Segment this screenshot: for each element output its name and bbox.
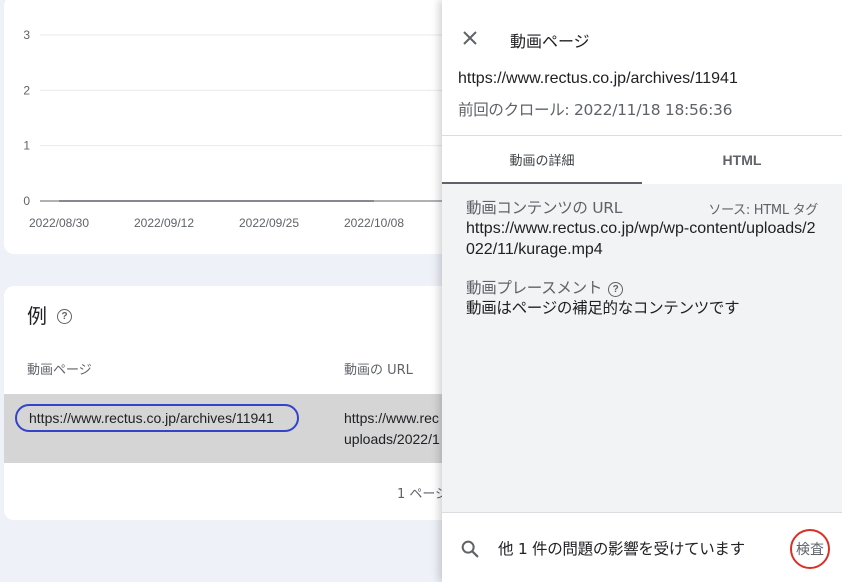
search-icon [461, 540, 479, 558]
table-row[interactable]: https://www.rectus.co.jp/archives/11941 … [4, 394, 504, 463]
chart-card: 0 1 2 3 2022/08/30 2022/09/12 2022/09/25 2022/1… [4, 0, 504, 254]
panel-tabs: 動画の詳細 HTML [442, 136, 842, 184]
help-icon[interactable]: ? [57, 308, 72, 324]
row-page-url[interactable]: https://www.rectus.co.jp/archives/11941 [15, 404, 299, 432]
close-icon [463, 31, 477, 45]
content-url-label: 動画コンテンツの URL [466, 199, 623, 217]
x-tick-label: 2022/09/12 [134, 216, 194, 230]
x-tick-label: 2022/10/08 [344, 216, 404, 230]
y-tick-label: 0 [23, 194, 30, 208]
pagination-text: 1 ページ [397, 487, 449, 502]
y-tick-label: 3 [23, 28, 30, 42]
x-tick-label: 2022/09/25 [239, 216, 299, 230]
examples-heading: 例 ? [27, 300, 72, 329]
column-header-video-url[interactable]: 動画の URL [344, 359, 413, 378]
column-header-video-page[interactable]: 動画ページ [27, 359, 92, 378]
inspect-button[interactable]: 検査 [790, 529, 830, 569]
examples-title: 例 [27, 304, 47, 328]
panel-footer: 他 1 件の問題の影響を受けています 検査 [442, 512, 842, 582]
y-tick-label: 1 [23, 139, 30, 153]
panel-header: 動画ページ [442, 8, 842, 68]
panel-title: 動画ページ [510, 32, 590, 51]
placement-value: 動画はページの補足的なコンテンツです [466, 299, 740, 317]
close-button[interactable] [458, 26, 482, 50]
content-url-value: https://www.rectus.co.jp/wp/wp-content/u… [466, 220, 816, 258]
source-label: ソース: HTML タグ [708, 203, 818, 218]
placement-label-row: 動画プレースメント? [466, 276, 624, 298]
tab-video-details[interactable]: 動画の詳細 [442, 136, 642, 184]
performance-chart: 0 1 2 3 2022/08/30 2022/09/12 2022/09/25 2022/1… [23, 28, 504, 230]
y-tick-label: 2 [23, 83, 30, 97]
help-icon[interactable]: ? [608, 282, 624, 297]
placement-label: 動画プレースメント [466, 279, 603, 297]
tab-html[interactable]: HTML [642, 136, 842, 184]
issue-text: 他 1 件の問題の影響を受けています [498, 540, 745, 558]
video-page-panel: 動画ページ https://www.rectus.co.jp/archives/… [442, 0, 842, 582]
examples-card: 例 ? 動画ページ 動画の URL https://www.rectus.co.… [4, 286, 504, 520]
x-tick-label: 2022/08/30 [29, 216, 89, 230]
video-details-section: 動画コンテンツの URL ソース: HTML タグ https://www.re… [442, 184, 842, 512]
last-crawl-text: 前回のクロール: 2022/11/18 18:56:36 [458, 101, 733, 119]
panel-page-url: https://www.rectus.co.jp/archives/11941 [458, 70, 738, 87]
